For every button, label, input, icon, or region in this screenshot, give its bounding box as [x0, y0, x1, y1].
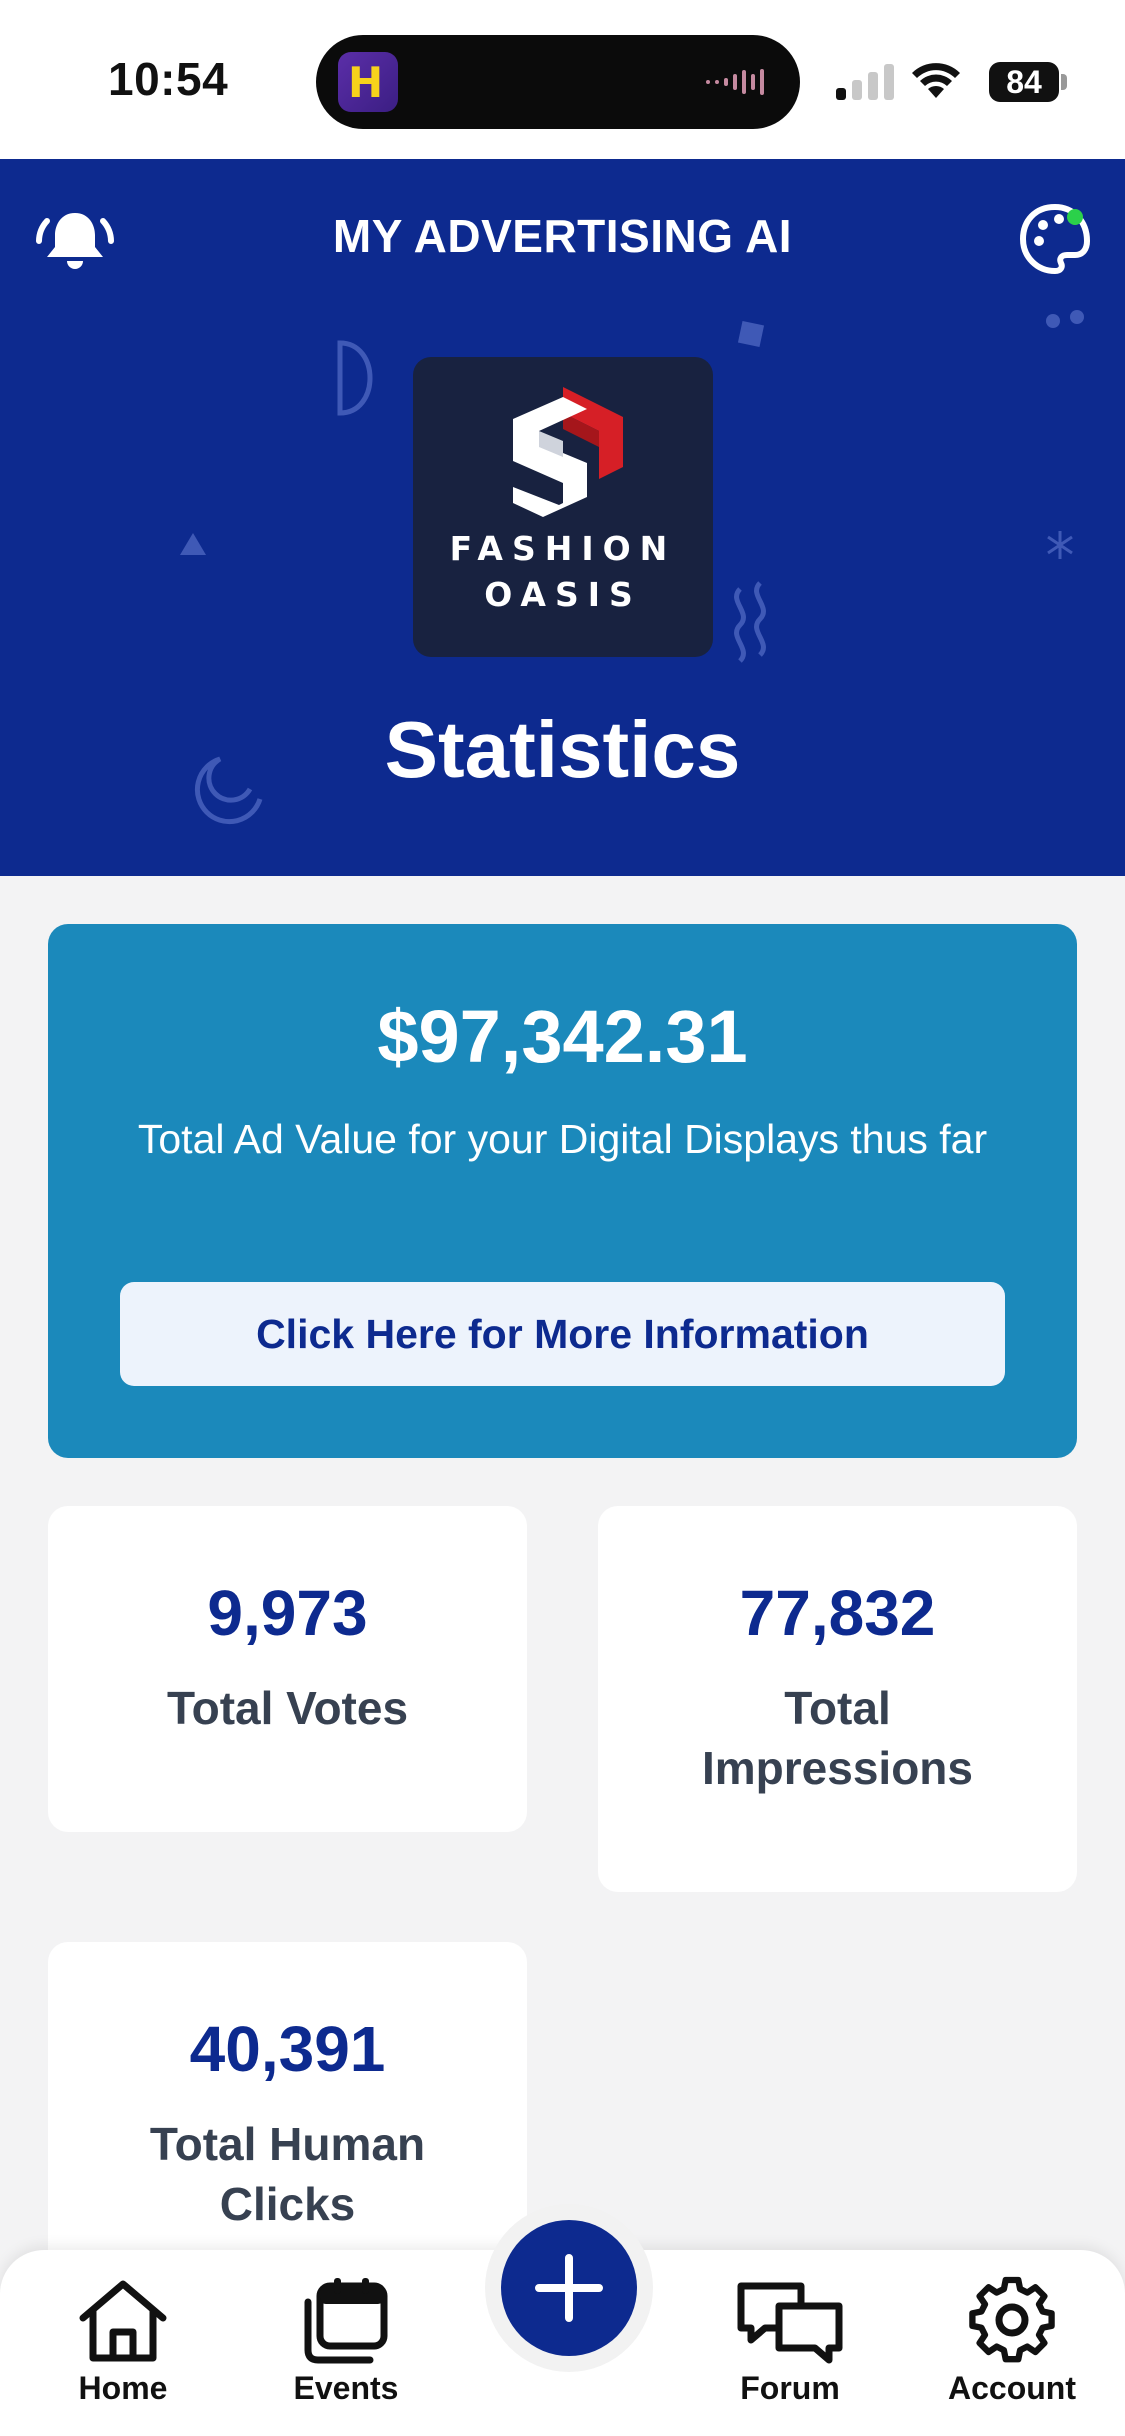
nav-label: Home	[78, 2370, 168, 2406]
ad-value-card: $97,342.31 Total Ad Value for your Digit…	[48, 924, 1077, 1458]
app-icon: H	[338, 52, 398, 112]
battery-cap	[1061, 74, 1067, 90]
ad-value-amount: $97,342.31	[377, 995, 748, 1078]
stat-card-impressions: 77,832 Total Impressions	[598, 1506, 1077, 1892]
gear-icon	[969, 2276, 1055, 2363]
stat-label: Total Votes	[166, 1682, 409, 1734]
signal-icon	[836, 64, 894, 100]
logo-line-1: FASHION	[449, 529, 677, 568]
dynamic-island: H	[316, 35, 800, 129]
stat-label: Total Human Clicks	[149, 2118, 426, 2230]
stat-value: 40,391	[189, 2013, 386, 2085]
nav-label: Events	[293, 2370, 399, 2406]
nav-account[interactable]: Account	[932, 2276, 1092, 2407]
plus-icon	[535, 2254, 603, 2322]
fashion-oasis-logo-mark	[513, 387, 623, 517]
more-information-button[interactable]: Click Here for More Information	[120, 1282, 1005, 1386]
stat-value: 77,832	[739, 1577, 936, 1649]
audio-wave-icon	[706, 69, 764, 95]
header-banner: MY ADVERTISING AI FASHION OASIS Statisti…	[0, 159, 1125, 876]
nav-events[interactable]: Events	[266, 2276, 426, 2407]
calendar-icon	[304, 2278, 388, 2364]
chat-icon	[737, 2282, 843, 2364]
brand-logo: FASHION OASIS	[413, 357, 713, 657]
stat-card-votes: 9,973 Total Votes	[48, 1506, 527, 1832]
stat-label: Total Impressions	[702, 1682, 973, 1794]
stat-value: 9,973	[207, 1577, 368, 1649]
nav-label: Account	[948, 2370, 1076, 2406]
nav-forum[interactable]: Forum	[710, 2276, 870, 2407]
battery-indicator: 84	[989, 62, 1059, 102]
page-title: Statistics	[384, 705, 741, 794]
nav-home[interactable]: Home	[43, 2276, 203, 2407]
nav-label: Forum	[740, 2370, 840, 2406]
logo-line-2: OASIS	[484, 575, 642, 614]
home-icon	[79, 2280, 167, 2362]
status-time: 10:54	[108, 53, 229, 105]
ad-value-description: Total Ad Value for your Digital Displays…	[137, 1116, 988, 1162]
status-bar: 10:54 H 84	[0, 0, 1125, 159]
add-button[interactable]	[501, 2220, 637, 2356]
wifi-icon	[912, 63, 960, 98]
